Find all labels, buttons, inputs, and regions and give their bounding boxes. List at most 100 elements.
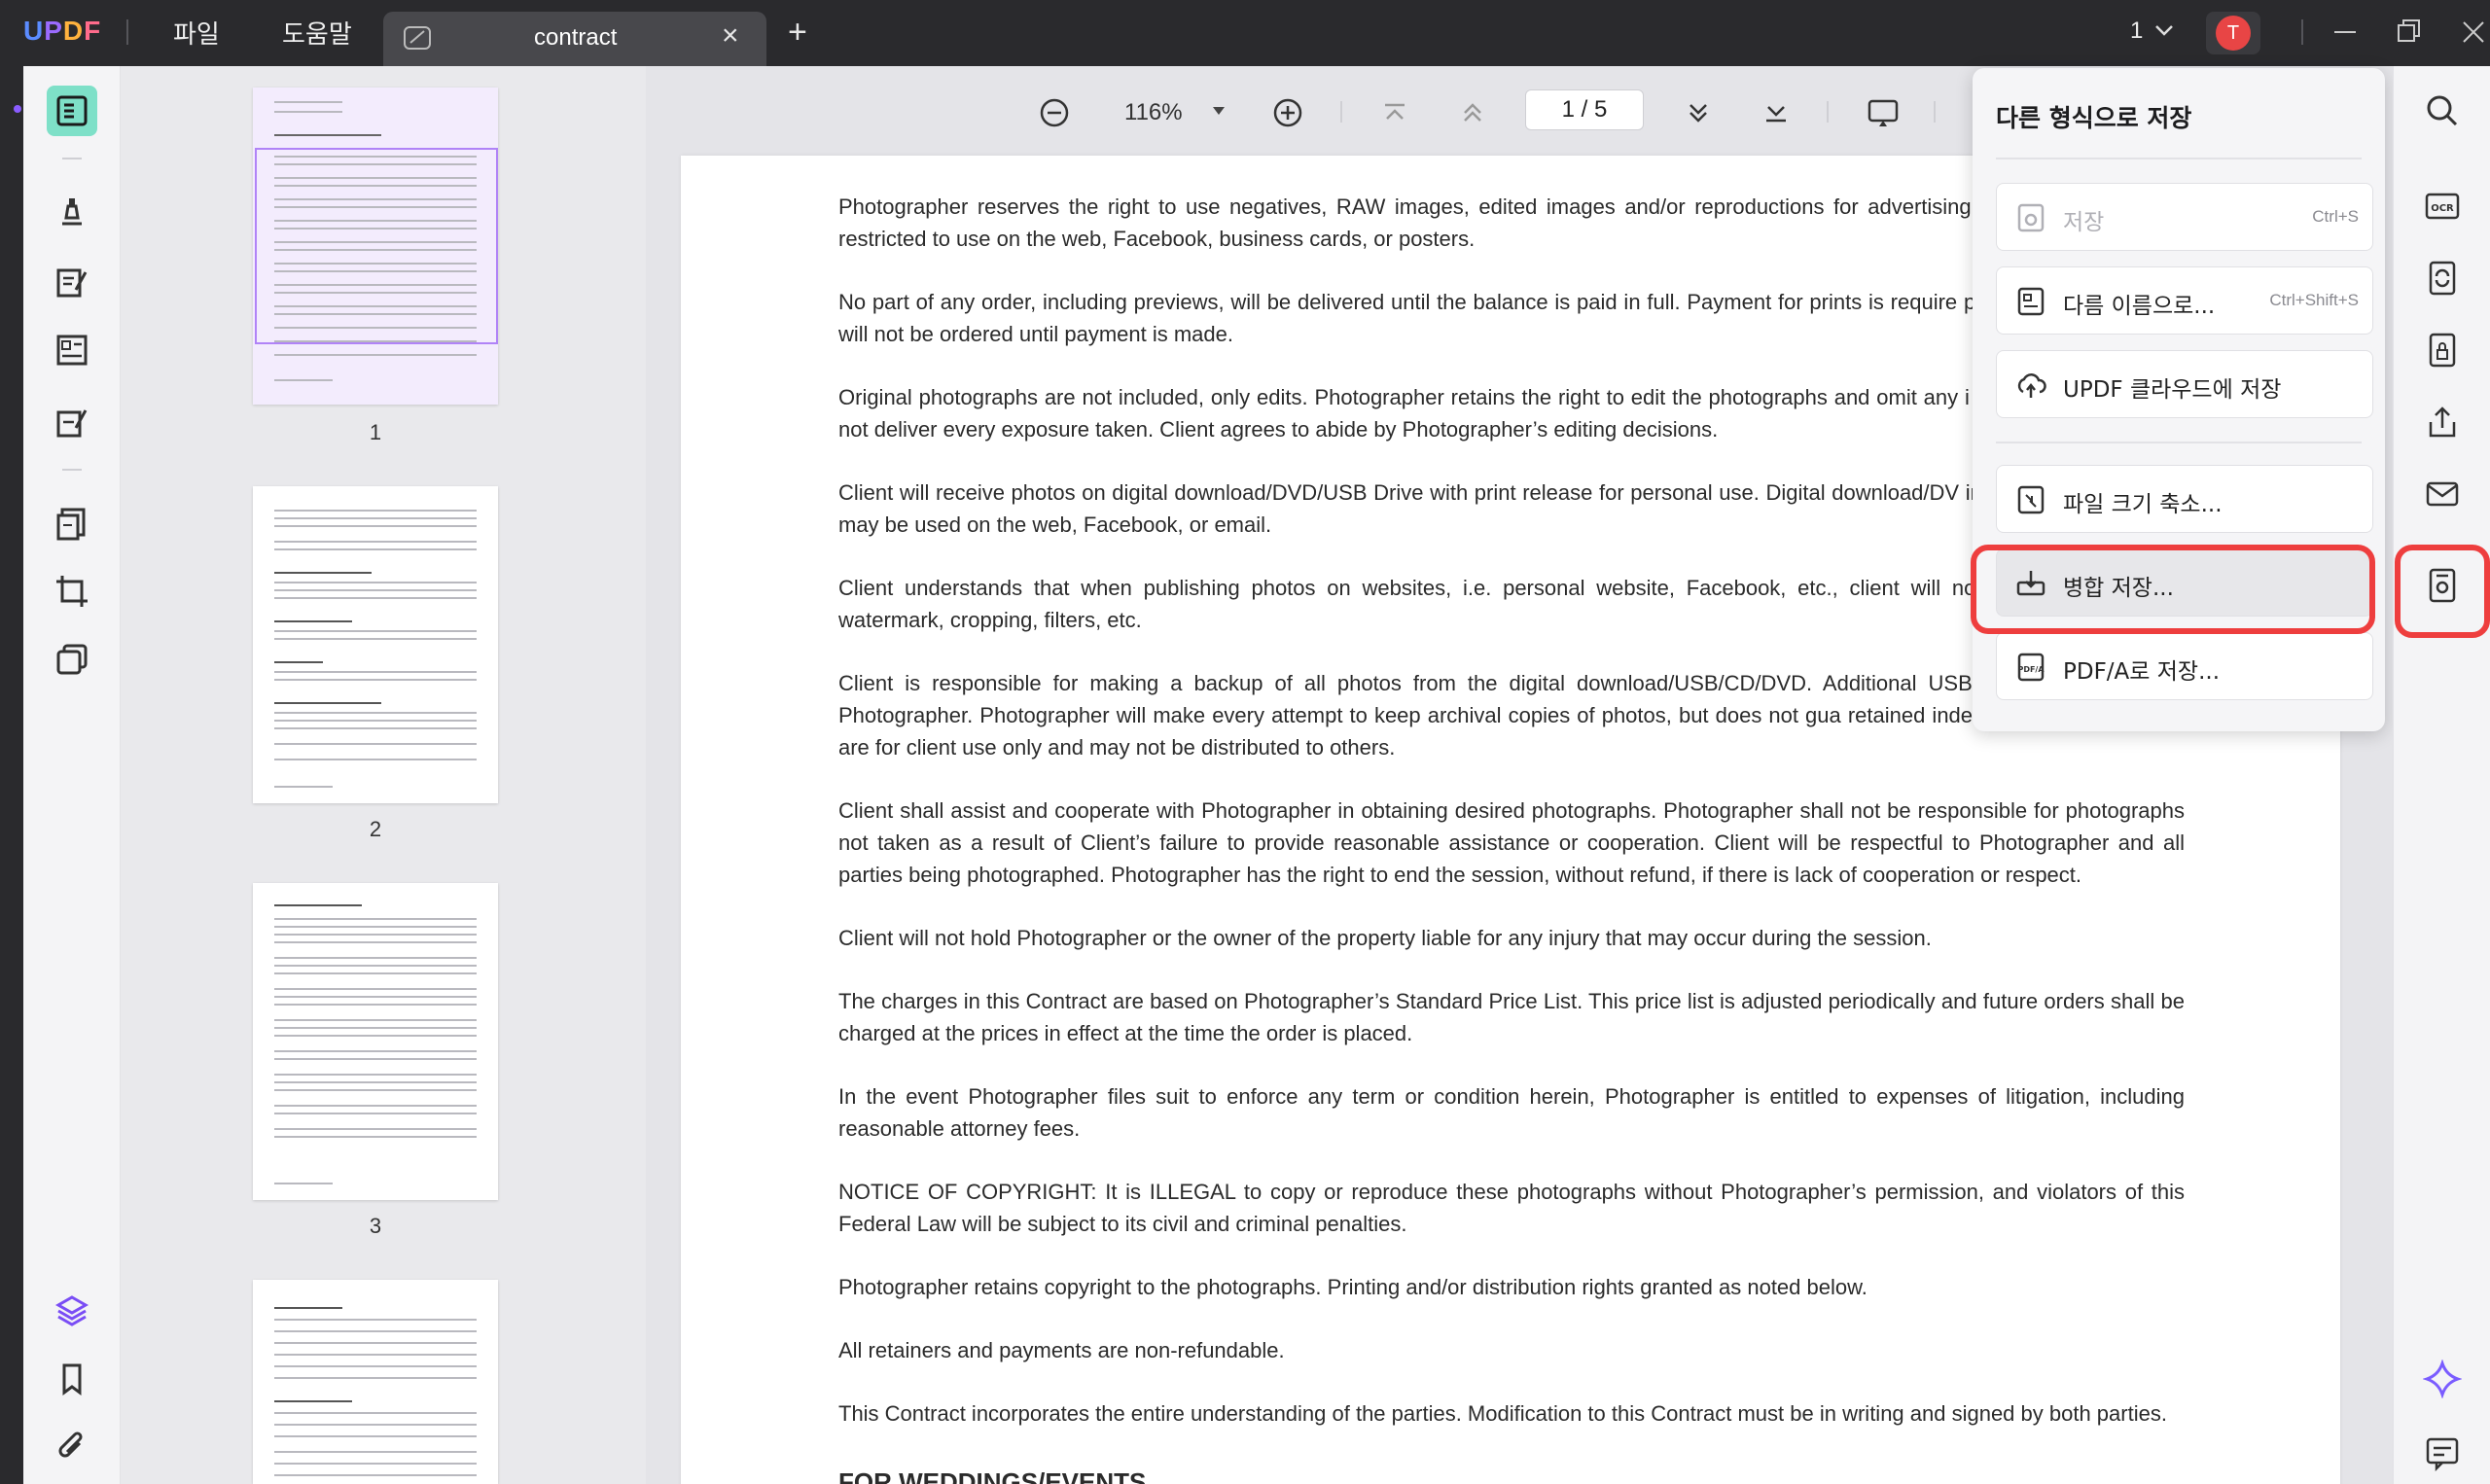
form-icon[interactable]: [47, 325, 97, 375]
save-as-label: 다름 이름으로...: [2063, 294, 2216, 319]
save-pdfa-item[interactable]: PDF/A PDF/A로 저장...: [1996, 632, 2373, 700]
search-icon[interactable]: [2423, 91, 2462, 130]
menu-help[interactable]: 도움말: [282, 15, 352, 51]
edit-text-icon[interactable]: [47, 257, 97, 307]
share-icon[interactable]: [2423, 403, 2462, 442]
save-to-cloud-item[interactable]: UPDF 클라우드에 저장: [1996, 350, 2373, 418]
comment-icon[interactable]: [2423, 1433, 2462, 1472]
save-as-shortcut: Ctrl+Shift+S: [2269, 291, 2359, 309]
save-pdfa-label: PDF/A로 저장...: [2063, 659, 2221, 685]
chevron-down-icon[interactable]: [2152, 19, 2177, 41]
pdfa-icon: PDF/A: [2017, 653, 2045, 682]
reduce-size-label: 파일 크기 축소...: [2063, 492, 2223, 517]
toolbar-separator: [1934, 101, 1936, 123]
paragraph: The charges in this Contract are based o…: [838, 989, 2185, 1045]
bookmark-icon[interactable]: [47, 1354, 97, 1404]
page-separator: /: [1581, 96, 1588, 123]
fill-sign-icon[interactable]: [47, 397, 97, 447]
highlight-annotation: [1971, 545, 2375, 634]
convert-icon[interactable]: [2423, 259, 2462, 298]
compress-icon: [2017, 485, 2045, 514]
paragraph: Client will not hold Photographer or the…: [838, 926, 1932, 950]
reader-mode-icon[interactable]: [47, 86, 97, 136]
attachment-icon[interactable]: [47, 1422, 97, 1472]
title-bar: UPDF 파일 도움말 contract × + 1 T: [0, 0, 2490, 66]
save-label: 저장: [2063, 210, 2105, 235]
left-rail: [0, 66, 23, 1484]
zoom-dropdown-icon[interactable]: [1211, 105, 1227, 117]
tab-close-icon[interactable]: ×: [722, 19, 739, 53]
presentation-icon[interactable]: [1864, 93, 1903, 132]
menu-separator: [1996, 442, 2362, 443]
last-page-icon[interactable]: [1757, 93, 1796, 132]
cloud-upload-icon: [2017, 373, 2046, 398]
title-separator: [126, 19, 128, 45]
save-item[interactable]: 저장 Ctrl+S: [1996, 183, 2373, 251]
paragraph: In the event Photographer files suit to …: [838, 1084, 2185, 1141]
minimize-icon[interactable]: [2329, 16, 2362, 49]
zoom-out-icon[interactable]: [1035, 93, 1074, 132]
protect-icon[interactable]: [2423, 331, 2462, 370]
menu-file[interactable]: 파일: [173, 15, 220, 51]
thumbnail-image[interactable]: [253, 1280, 498, 1484]
organize-pages-icon[interactable]: [47, 498, 97, 548]
paragraph: Client shall assist and cooperate with P…: [838, 798, 2185, 887]
tool-separator: [62, 158, 82, 159]
close-window-icon[interactable]: [2457, 16, 2490, 49]
save-as-item[interactable]: 다름 이름으로... Ctrl+Shift+S: [1996, 266, 2373, 335]
save-icon: [2017, 203, 2045, 232]
ocr-icon[interactable]: OCR: [2423, 187, 2462, 226]
document-tab[interactable]: contract ×: [383, 12, 766, 66]
reduce-size-item[interactable]: 파일 크기 축소...: [1996, 465, 2373, 533]
save-to-cloud-label: UPDF 클라우드에 저장: [2063, 377, 2282, 403]
viewport-frame: [255, 148, 498, 344]
svg-text:OCR: OCR: [2431, 203, 2454, 214]
thumbnail-label: 2: [369, 817, 382, 841]
zoom-in-icon[interactable]: [1268, 93, 1307, 132]
edit-mode-icon: [404, 26, 431, 50]
right-tool-sidebar: OCR: [2393, 66, 2490, 1484]
layers-icon[interactable]: [47, 1286, 97, 1336]
save-shortcut: Ctrl+S: [2312, 207, 2359, 226]
avatar-letter: T: [2216, 16, 2251, 51]
page-number-input[interactable]: 1 / 5: [1525, 89, 1644, 130]
app-logo: UPDF: [23, 16, 102, 46]
tab-title: contract: [534, 24, 618, 51]
ai-assistant-icon[interactable]: [2423, 1360, 2462, 1398]
svg-text:PDF/A: PDF/A: [2017, 665, 2045, 674]
rail-indicator: [14, 105, 21, 113]
title-separator: [2301, 19, 2303, 45]
menu-separator: [1996, 158, 2362, 159]
thumbnail-image[interactable]: [253, 486, 498, 803]
toolbar-separator: [1340, 101, 1342, 123]
save-as-icon: [2017, 287, 2045, 316]
thumbnail-image[interactable]: [253, 88, 498, 405]
thumbnail-image[interactable]: [253, 883, 498, 1200]
next-page-icon[interactable]: [1679, 93, 1718, 132]
toolbar-separator: [1827, 101, 1829, 123]
first-page-icon[interactable]: [1375, 93, 1414, 132]
previous-page-icon[interactable]: [1453, 93, 1492, 132]
left-tool-sidebar: [23, 66, 121, 1484]
paragraph: All retainers and payments are non-refun…: [838, 1338, 1285, 1362]
zoom-level[interactable]: 116%: [1124, 99, 1183, 126]
new-tab-button[interactable]: +: [788, 14, 807, 52]
highlight-annotation: [2395, 545, 2490, 638]
paragraph: NOTICE OF COPYRIGHT: It is ILLEGAL to co…: [838, 1180, 2185, 1236]
restore-icon[interactable]: [2393, 16, 2426, 49]
paragraph: Photographer retains copyright to the ph…: [838, 1275, 1868, 1299]
save-as-menu-title: 다른 형식으로 저장: [1996, 104, 2192, 132]
section-heading: FOR WEDDINGS/EVENTS: [838, 1467, 1147, 1484]
thumbnail-label: 1: [369, 420, 382, 444]
window-count: 1: [2130, 18, 2144, 44]
current-page: 1: [1561, 96, 1575, 123]
user-avatar[interactable]: T: [2206, 12, 2260, 54]
crop-icon[interactable]: [47, 566, 97, 617]
paragraph: This Contract incorporates the entire un…: [838, 1401, 2167, 1426]
total-pages: 5: [1594, 96, 1608, 123]
compare-icon[interactable]: [47, 634, 97, 685]
tool-separator: [62, 469, 82, 471]
highlighter-icon[interactable]: [47, 187, 97, 237]
email-icon[interactable]: [2423, 475, 2462, 513]
thumbnail-label: 3: [369, 1214, 382, 1238]
